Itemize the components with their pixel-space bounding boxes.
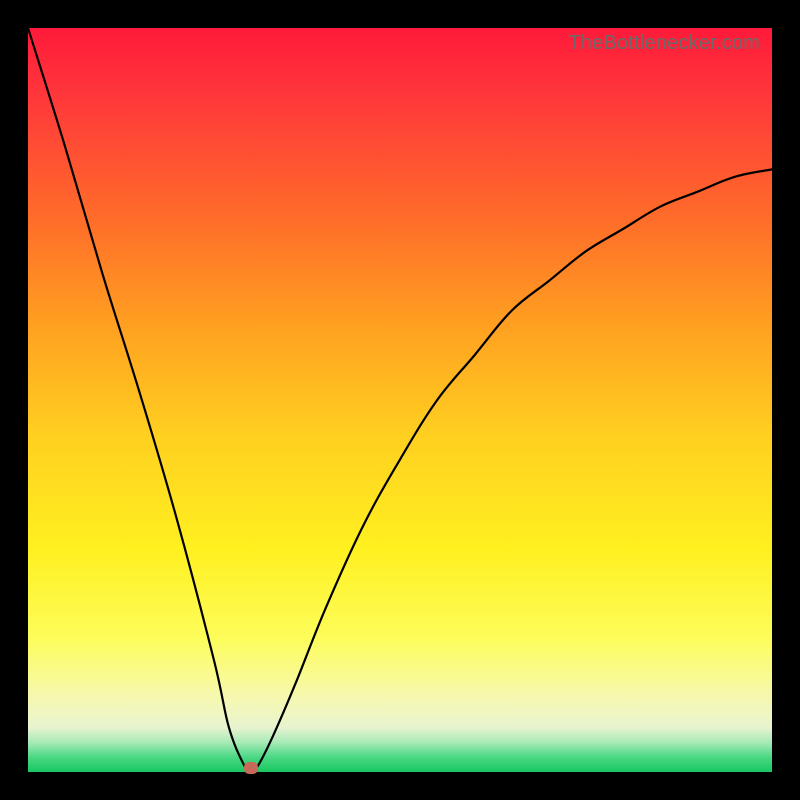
chart-frame: TheBottlenecker.com [0,0,800,800]
bottleneck-curve [28,28,772,772]
plot-area: TheBottlenecker.com [28,28,772,772]
optimal-point-marker [244,762,258,774]
